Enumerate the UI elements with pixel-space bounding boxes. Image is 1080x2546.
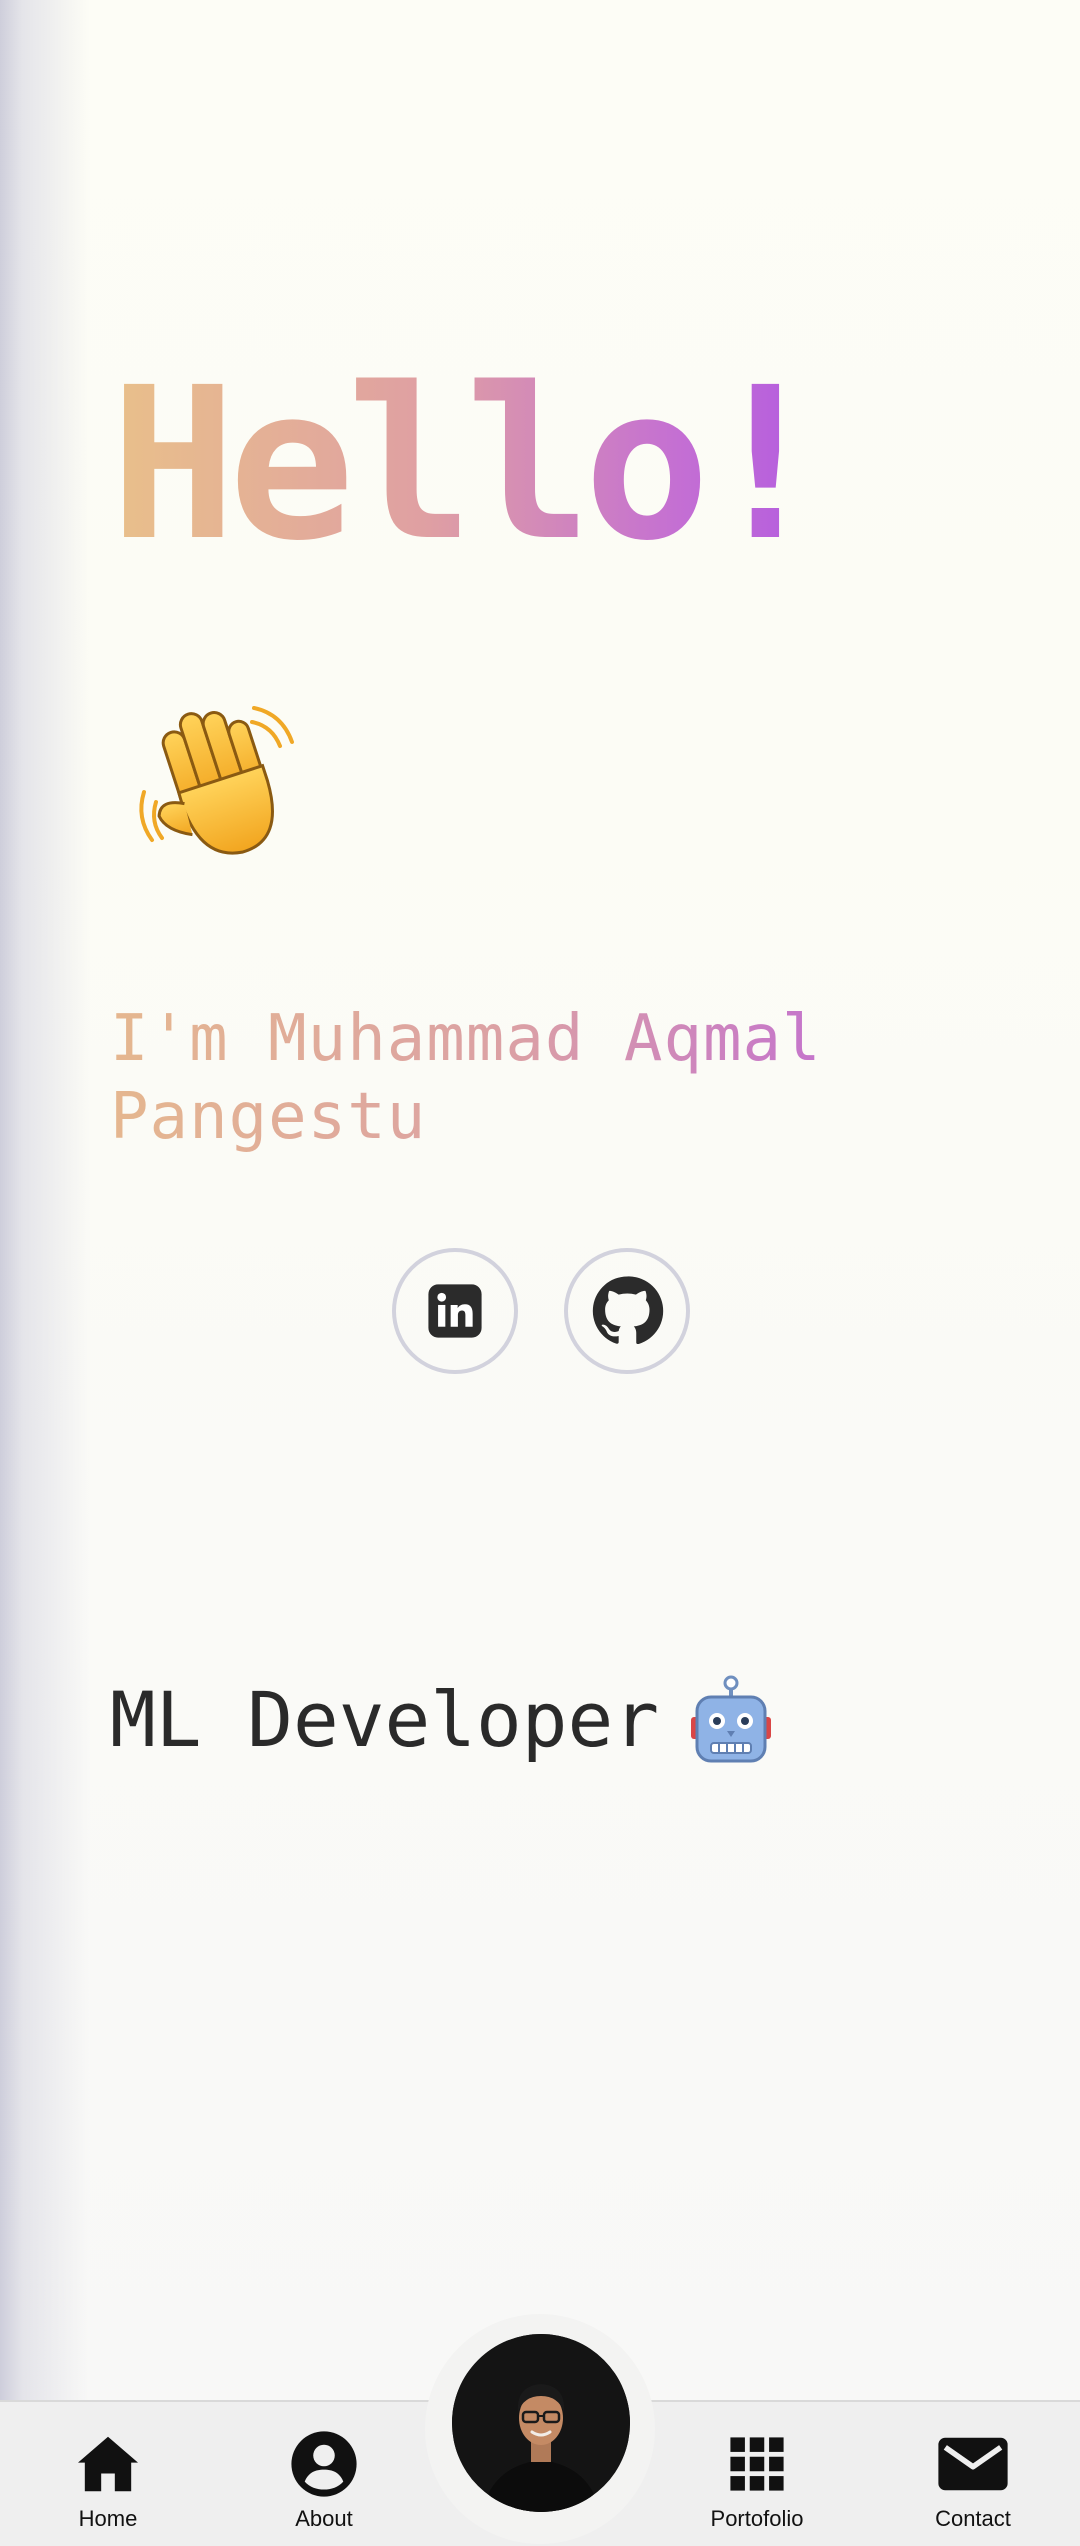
robot-icon [691,1675,772,1763]
home-icon [78,2436,138,2492]
nav-item-contact[interactable]: Contact [893,2430,1053,2532]
github-icon [592,1276,664,1345]
nav-item-portofolio[interactable]: Portofolio [677,2430,837,2532]
hero-section: Hello! [110,350,1010,580]
left-edge-shadow [0,0,90,2546]
nav-item-home[interactable]: Home [28,2430,188,2532]
profile-photo [452,2334,630,2512]
nav-label-contact: Contact [935,2506,1011,2531]
linkedin-icon [428,1284,482,1338]
mail-icon [938,2437,1008,2491]
hello-heading: Hello! [110,342,829,587]
nav-label-portofolio: Portofolio [710,2506,804,2531]
nav-label-about: About [295,2506,353,2531]
profile-avatar[interactable] [452,2334,630,2512]
github-button[interactable] [564,1248,690,1374]
role-title: ML Developer [110,1675,660,1764]
nav-label-home: Home [78,2506,138,2531]
grid-icon [730,2437,784,2491]
social-links [392,1248,690,1374]
intro-text: I'm Muhammad Aqmal Pangestu [110,1000,1010,1156]
linkedin-button[interactable] [392,1248,518,1374]
user-circle-icon [291,2431,357,2497]
waving-hand-icon [139,706,294,855]
role-line: ML Developer [110,1670,773,1770]
nav-item-about[interactable]: About [244,2430,404,2532]
